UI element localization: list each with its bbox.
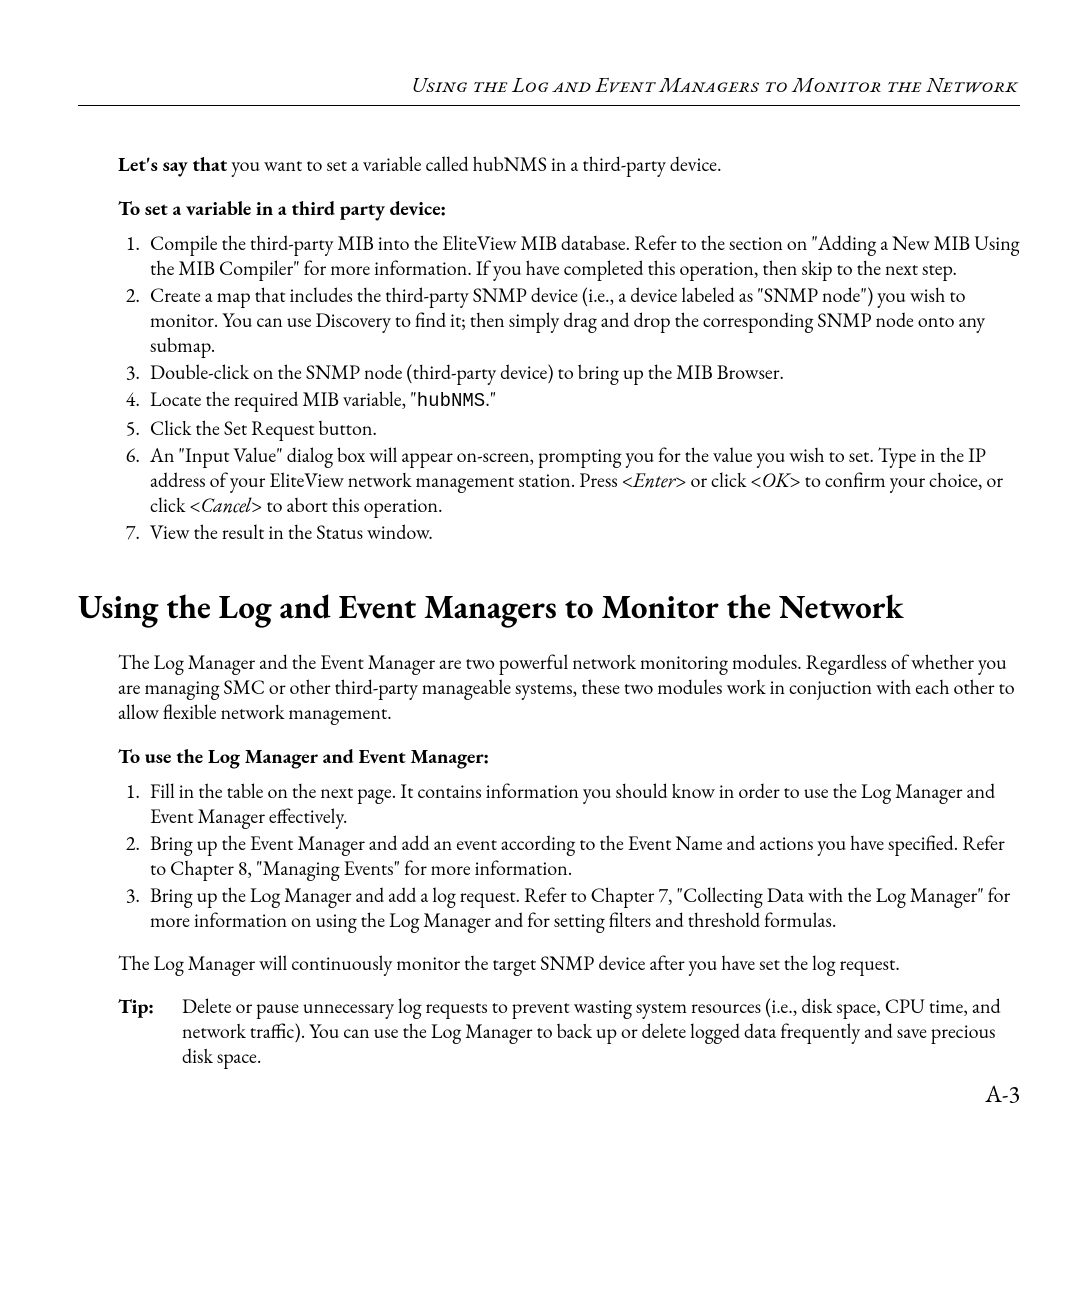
intro-paragraph: Let's say that you want to set a variabl… [118, 152, 1020, 177]
followup-paragraph: The Log Manager will continuously monito… [118, 951, 1020, 976]
tip-text: Delete or pause unnecessary log requests… [182, 994, 1020, 1069]
step-item: Locate the required MIB variable, "hubNM… [144, 387, 1020, 414]
step-item: An "Input Value" dialog box will appear … [144, 443, 1020, 518]
step4-post: ." [485, 386, 496, 412]
steps-set-variable: Compile the third-party MIB into the Eli… [118, 231, 1020, 545]
step6-cancel: Cancel [201, 492, 252, 518]
subhead-use-managers: To use the Log Manager and Event Manager… [118, 743, 1020, 769]
running-header: Using the Log and Event Managers to Moni… [78, 72, 1020, 106]
section-title: Using the Log and Event Managers to Moni… [78, 585, 1020, 628]
step-item: Compile the third-party MIB into the Eli… [144, 231, 1020, 281]
step6-ok: OK [762, 467, 790, 493]
step6-enter: Enter [633, 467, 675, 493]
tip-block: Tip: Delete or pause unnecessary log req… [118, 994, 1020, 1069]
body-block-top: Let's say that you want to set a variabl… [78, 152, 1020, 545]
step4-pre: Locate the required MIB variable, " [150, 386, 417, 412]
body-block-bottom: The Log Manager and the Event Manager ar… [78, 650, 1020, 1069]
step-item: Fill in the table on the next page. It c… [144, 779, 1020, 829]
section-intro: The Log Manager and the Event Manager ar… [118, 650, 1020, 725]
step6-d: > to abort this operation. [251, 492, 442, 518]
step-item: View the result in the Status window. [144, 520, 1020, 545]
steps-use-managers: Fill in the table on the next page. It c… [118, 779, 1020, 933]
step4-code: hubNMS [417, 390, 485, 412]
step-item: Create a map that includes the third-par… [144, 283, 1020, 358]
step-item: Double-click on the SNMP node (third-par… [144, 360, 1020, 385]
page-number: A-3 [985, 1079, 1020, 1110]
step6-b: > or click < [675, 467, 761, 493]
step-item: Bring up the Event Manager and add an ev… [144, 831, 1020, 881]
intro-lead: Let's say that [118, 151, 227, 177]
step-item: Click the Set Request button. [144, 416, 1020, 441]
page: Using the Log and Event Managers to Moni… [0, 0, 1080, 1296]
intro-rest: you want to set a variable called hubNMS… [227, 151, 721, 177]
subhead-set-variable: To set a variable in a third party devic… [118, 195, 1020, 221]
step-item: Bring up the Log Manager and add a log r… [144, 883, 1020, 933]
tip-label: Tip: [118, 994, 182, 1069]
